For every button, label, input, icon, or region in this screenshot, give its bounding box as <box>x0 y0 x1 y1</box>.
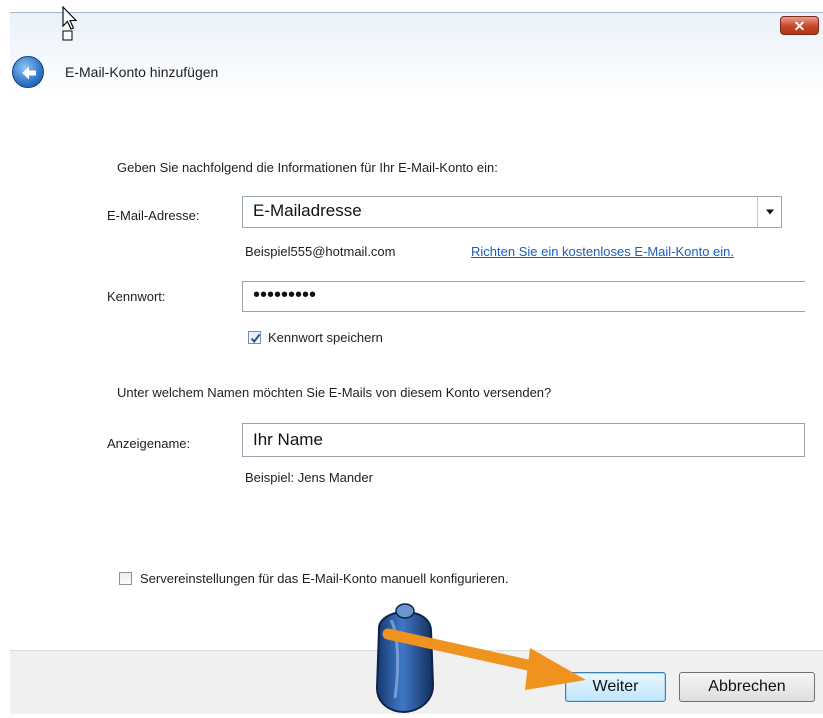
password-field[interactable]: ••••••••• <box>242 281 805 312</box>
display-name-example: Beispiel: Jens Mander <box>245 470 373 485</box>
manual-config-checkbox[interactable] <box>119 572 132 585</box>
display-name-field[interactable]: Ihr Name <box>242 423 805 457</box>
dropdown-button[interactable] <box>757 197 781 227</box>
orange-arrow-icon <box>380 620 595 700</box>
close-button[interactable]: ✕ <box>780 16 819 35</box>
password-value: ••••••••• <box>253 284 317 306</box>
name-question: Unter welchem Namen möchten Sie E-Mails … <box>117 385 552 400</box>
pointer-cursor-icon <box>62 5 80 49</box>
email-example: Beispiel555@hotmail.com <box>245 244 396 259</box>
back-button[interactable] <box>12 56 44 88</box>
back-arrow-icon <box>22 66 36 80</box>
manual-config-label[interactable]: Servereinstellungen für das E-Mail-Konto… <box>140 571 509 586</box>
title-area <box>10 13 823 113</box>
cancel-button[interactable]: Abbrechen <box>679 672 815 702</box>
display-name-label: Anzeigename: <box>107 436 191 451</box>
save-password-checkbox[interactable] <box>248 331 261 344</box>
create-free-account-link[interactable]: Richten Sie ein kostenloses E-Mail-Konto… <box>471 244 734 259</box>
display-name-value: Ihr Name <box>253 430 323 449</box>
email-label: E-Mail-Adresse: <box>107 208 200 223</box>
chevron-down-icon <box>765 209 774 215</box>
email-combobox[interactable]: E-Mailadresse <box>242 196 782 228</box>
password-label: Kennwort: <box>107 289 166 304</box>
window-title: E-Mail-Konto hinzufügen <box>65 64 219 80</box>
intro-text: Geben Sie nachfolgend die Informationen … <box>117 160 498 175</box>
email-field-value: E-Mailadresse <box>253 201 362 220</box>
checkmark-icon <box>250 333 261 344</box>
save-password-label[interactable]: Kennwort speichern <box>268 330 383 345</box>
